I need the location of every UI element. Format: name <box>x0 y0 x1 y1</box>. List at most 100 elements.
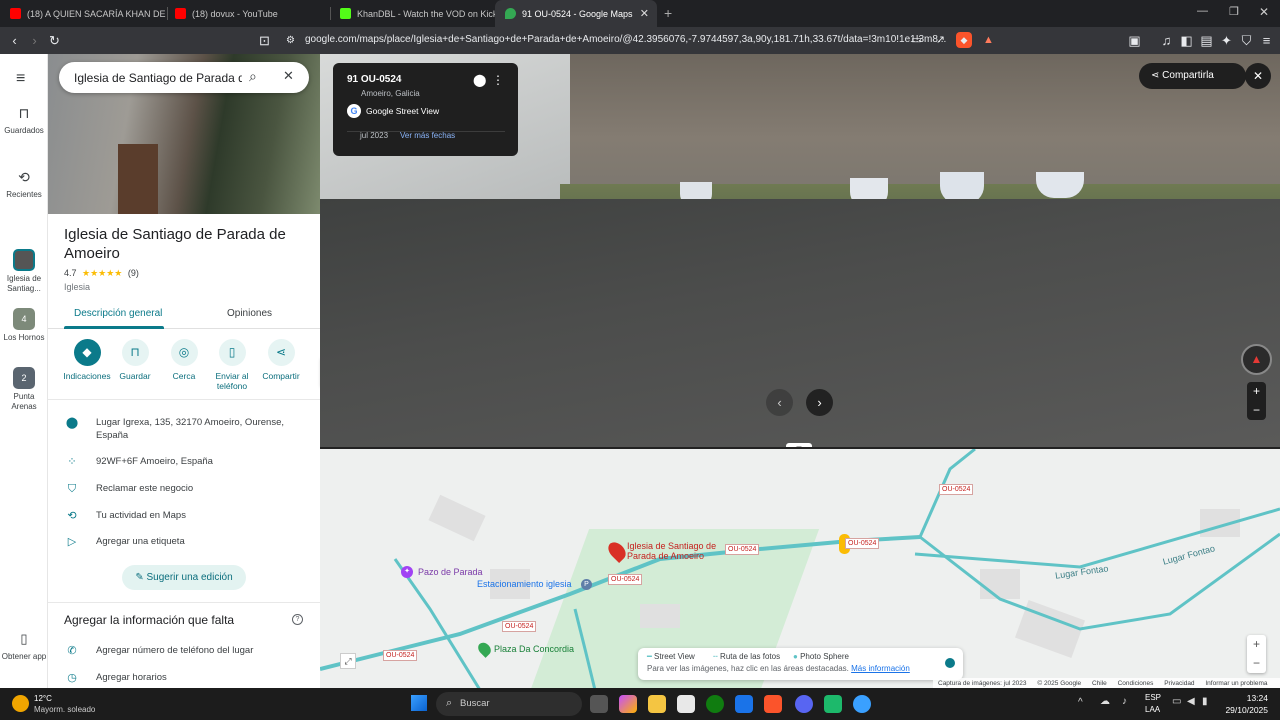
file-explorer-icon[interactable] <box>648 695 666 713</box>
reload-icon[interactable]: ↻ <box>46 32 63 49</box>
save-button[interactable]: ⊓ Guardar <box>109 339 161 381</box>
place-category[interactable]: Iglesia <box>64 282 90 292</box>
nearby-button[interactable]: ◎ Cerca <box>158 339 210 381</box>
search-input[interactable]: Iglesia de Santiago de Parada de An <box>74 71 242 85</box>
microphone-icon[interactable]: ♪ <box>1122 696 1127 707</box>
fullscreen-icon[interactable]: ⤢ <box>340 653 356 669</box>
cloud-icon[interactable]: ☁ <box>1100 696 1110 707</box>
rail-item-recent[interactable]: ⟲ Recientes <box>0 170 48 200</box>
browser-tab[interactable]: KhanDBL - Watch the VOD on Kick <box>330 0 495 27</box>
language-secondary[interactable]: LAA <box>1145 705 1160 714</box>
new-tab-icon[interactable]: + <box>664 5 672 21</box>
rail-item-church[interactable]: Iglesia de Santiag... <box>0 249 48 294</box>
url-bar[interactable]: google.com/maps/place/Iglesia+de+Santiag… <box>305 34 946 45</box>
rail-item-los-hornos[interactable]: 4 Los Hornos <box>0 308 48 343</box>
next-photo-icon[interactable]: › <box>806 389 833 416</box>
pazo-map-label[interactable]: Pazo de Parada <box>418 567 483 577</box>
tab-overview[interactable]: Descripción general <box>74 308 162 319</box>
more-dates-link[interactable]: Ver más fechas <box>400 131 455 140</box>
suggest-edit-button[interactable]: ✎ Sugerir una edición <box>122 565 246 590</box>
compass-icon[interactable]: ▲ <box>1241 344 1272 375</box>
vpn-icon[interactable]: ⛉ <box>1238 32 1255 49</box>
rewards-icon[interactable]: ▲ <box>980 32 997 49</box>
cast-icon[interactable]: ▭ <box>908 32 925 49</box>
zoom-out-icon[interactable]: − <box>1247 654 1266 673</box>
more-options-icon[interactable]: ⋮ <box>492 73 504 87</box>
media-icon[interactable]: ♫ <box>1158 32 1175 49</box>
browser-tab-active[interactable]: 91 OU-0524 - Google Maps ✕ <box>495 0 657 27</box>
share-sv-button[interactable]: ⋖ Compartirla <box>1139 63 1246 89</box>
street-view-panorama[interactable]: 91 OU-0524 Amoeiro, Galicia G Google Str… <box>320 54 1280 447</box>
sidebar-toggle-icon[interactable]: ▣ <box>1126 32 1143 49</box>
tab-reviews[interactable]: Opiniones <box>227 308 272 319</box>
share-button[interactable]: ⋖ Compartir <box>255 339 307 381</box>
brave-browser-icon[interactable] <box>764 695 782 713</box>
wallet-icon[interactable]: ▤ <box>1198 32 1215 49</box>
parking-icon[interactable]: P <box>581 579 592 590</box>
zoom-in-icon[interactable]: + <box>1247 635 1266 654</box>
back-icon[interactable]: ‹ <box>6 32 23 49</box>
clock-date[interactable]: 29/10/2025 <box>1218 705 1268 715</box>
battery-icon[interactable]: ▮ <box>1202 696 1208 707</box>
attraction-icon[interactable]: ✦ <box>401 566 413 578</box>
weather-desc[interactable]: Mayorm. soleado <box>34 705 95 714</box>
task-view-icon[interactable] <box>590 695 608 713</box>
rail-item-get-app[interactable]: ▯ Obtener app <box>0 632 48 662</box>
footer-region[interactable]: Chile <box>1092 680 1107 687</box>
parking-map-label[interactable]: Estacionamiento iglesia <box>477 579 572 589</box>
bookmark-page-icon[interactable]: ⊡ <box>256 32 273 49</box>
search-box[interactable]: Iglesia de Santiago de Parada de An ⌕ ✕ <box>59 62 309 93</box>
directions-button[interactable]: ◆ Indicaciones <box>61 339 113 381</box>
tray-overflow-icon[interactable]: ^ <box>1078 697 1083 708</box>
clock-time[interactable]: 13:24 <box>1226 693 1268 703</box>
legend-toggle[interactable] <box>945 658 955 668</box>
previous-photo-icon[interactable]: ‹ <box>766 389 793 416</box>
send-to-phone-button[interactable]: ▯ Enviar al teléfono <box>206 339 258 391</box>
copilot-icon[interactable] <box>619 695 637 713</box>
zoom-out-icon[interactable]: − <box>1247 401 1266 420</box>
weather-icon[interactable] <box>12 695 29 712</box>
rail-item-saved[interactable]: ⊓ Guardados <box>0 106 48 136</box>
reader-icon[interactable]: ◧ <box>1178 32 1195 49</box>
share-page-icon[interactable]: ↗ <box>932 32 949 49</box>
rail-item-punta-arenas[interactable]: 2 Punta Arenas <box>0 367 48 412</box>
search-icon[interactable]: ⌕ <box>249 68 257 85</box>
close-tab-icon[interactable]: ✕ <box>640 7 649 20</box>
clear-search-icon[interactable]: ✕ <box>283 68 294 84</box>
discord-icon[interactable] <box>795 695 813 713</box>
leo-ai-icon[interactable]: ✦ <box>1218 32 1235 49</box>
language-primary[interactable]: ESP <box>1145 693 1161 702</box>
footer-privacy[interactable]: Privacidad <box>1164 680 1194 687</box>
site-info-icon[interactable]: ⚙ <box>282 32 299 49</box>
hamburger-menu-icon[interactable]: ≡ <box>16 70 25 88</box>
volume-icon[interactable]: ◀ <box>1187 696 1195 707</box>
app-icon[interactable] <box>853 695 871 713</box>
brave-shield-icon[interactable]: ◆ <box>956 32 972 48</box>
map-view[interactable]: Iglesia de Santiago de Parada de Amoeiro… <box>320 447 1280 688</box>
minimize-icon[interactable]: — <box>1197 5 1208 17</box>
forward-icon[interactable]: › <box>26 32 43 49</box>
weather-temp[interactable]: 12°C <box>34 694 52 703</box>
app-icon[interactable] <box>824 695 842 713</box>
location-pin-icon[interactable]: ⬤ <box>473 73 486 87</box>
plaza-map-label[interactable]: Plaza Da Concordia <box>494 644 574 654</box>
browser-tab[interactable]: (18) dovux - YouTube <box>165 0 330 27</box>
restore-icon[interactable]: ❐ <box>1229 5 1239 18</box>
window-close-icon[interactable]: ✕ <box>1259 5 1269 19</box>
review-count[interactable]: (9) <box>128 268 139 278</box>
xbox-icon[interactable] <box>706 695 724 713</box>
store-icon[interactable] <box>677 695 695 713</box>
close-street-view-icon[interactable]: ✕ <box>1245 63 1271 89</box>
rating-row[interactable]: 4.7 ★★★★★ (9) <box>64 268 139 279</box>
zoom-in-icon[interactable]: + <box>1247 382 1266 401</box>
browser-tab[interactable]: (18) A QUIEN SACARÍA KHAN DE LA <box>0 0 168 27</box>
windows-start-icon[interactable] <box>411 695 427 711</box>
more-info-link[interactable]: Más información <box>851 664 910 673</box>
footer-report[interactable]: Informar un problema <box>1205 680 1267 687</box>
help-icon[interactable]: ? <box>292 614 303 625</box>
network-icon[interactable]: ▭ <box>1172 696 1181 707</box>
footer-terms[interactable]: Condiciones <box>1118 680 1154 687</box>
menu-icon[interactable]: ≡ <box>1258 32 1275 49</box>
taskbar-search[interactable]: ⌕ Buscar <box>436 692 582 716</box>
mail-icon[interactable] <box>735 695 753 713</box>
